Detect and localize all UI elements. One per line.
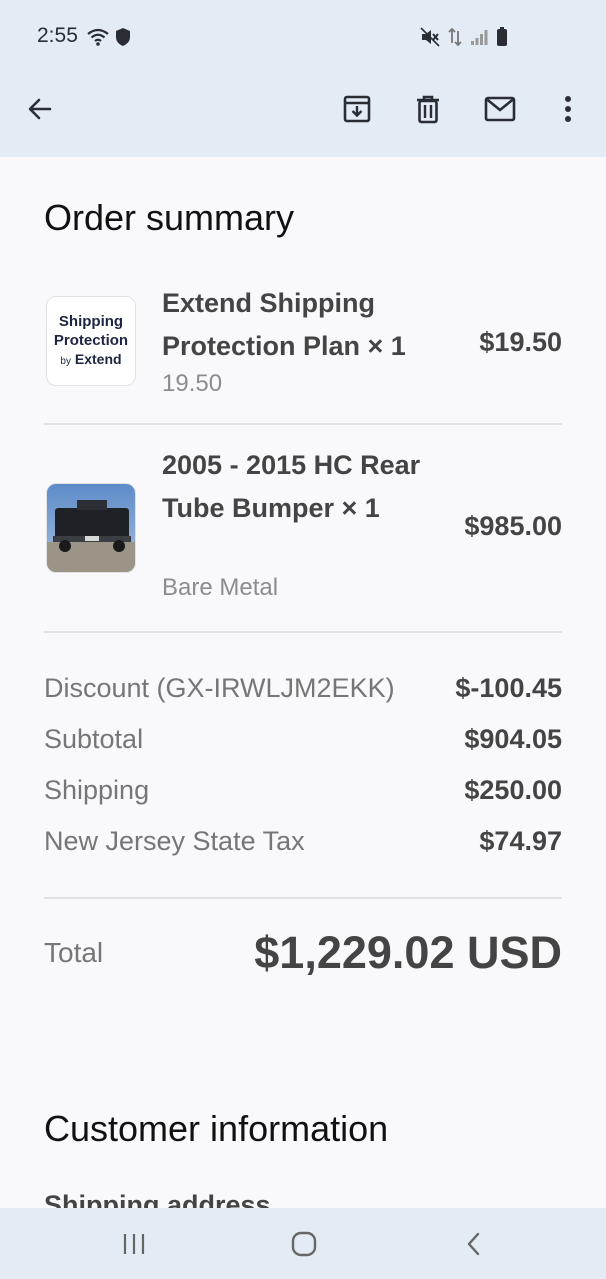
shipping-row: Shipping $250.00 [44,775,562,806]
item-price: $19.50 [479,327,562,357]
subtotal-row: Subtotal $904.05 [44,724,562,755]
back-arrow-icon[interactable] [18,87,62,131]
logo-text-line: Shipping [58,312,124,330]
tax-value: $74.97 [479,826,562,856]
mail-icon[interactable] [478,87,522,131]
archive-icon[interactable] [335,87,379,131]
signal-icon [470,28,488,51]
recents-icon[interactable] [114,1226,154,1262]
total-label: Total [44,937,104,968]
discount-label: Discount (GX-IRWLJM2EKK) [44,673,395,703]
navigation-bar [0,1208,606,1279]
back-icon[interactable] [454,1226,494,1262]
email-content[interactable]: Order summary Shipping Protection by Ext… [0,157,606,1208]
data-icon [448,27,462,52]
wifi-icon [87,27,109,52]
home-icon[interactable] [284,1226,324,1262]
subtotal-label: Subtotal [44,724,144,754]
shipping-address-label: Shipping address [44,1190,271,1208]
shipping-label: Shipping [44,775,150,805]
item-sub: 19.50 [162,370,223,397]
customer-information-title: Customer information [44,1108,389,1149]
subtotal-value: $904.05 [464,724,562,754]
logo-text-line: Protection [53,331,129,349]
more-vert-icon[interactable] [546,87,590,131]
item-name: Extend Shipping Protection Plan × 1 [162,288,406,361]
logo-text-line: by [60,355,71,367]
divider [44,897,562,899]
bumper-product-image [46,483,136,573]
discount-value: $-100.45 [455,673,562,703]
status-time: 2:55 [37,24,78,47]
tax-row: New Jersey State Tax $74.97 [44,826,562,857]
order-summary-title: Order summary [44,197,295,238]
discount-row: Discount (GX-IRWLJM2EKK) $-100.45 [44,673,562,704]
tax-label: New Jersey State Tax [44,826,305,856]
logo-text-line: Extend [74,350,122,367]
item-sub: Bare Metal [162,574,279,601]
battery-icon [496,27,508,52]
divider [44,631,562,633]
shield-icon [115,27,131,52]
shipping-protection-logo: Shipping Protection by Extend [46,296,136,386]
delete-icon[interactable] [406,87,450,131]
list-item: 2005 - 2015 HC Rear Tube Bumper × 1 Bare… [44,449,562,609]
list-item: Shipping Protection by Extend Extend Shi… [44,285,562,425]
total-value: $1,229.02 USD [254,927,562,978]
divider [44,423,562,425]
mute-icon [420,27,440,52]
item-price: $985.00 [464,511,562,541]
item-name: 2005 - 2015 HC Rear Tube Bumper × 1 [162,450,421,523]
shipping-value: $250.00 [464,775,562,805]
top-bar: 2:55 [0,0,606,157]
